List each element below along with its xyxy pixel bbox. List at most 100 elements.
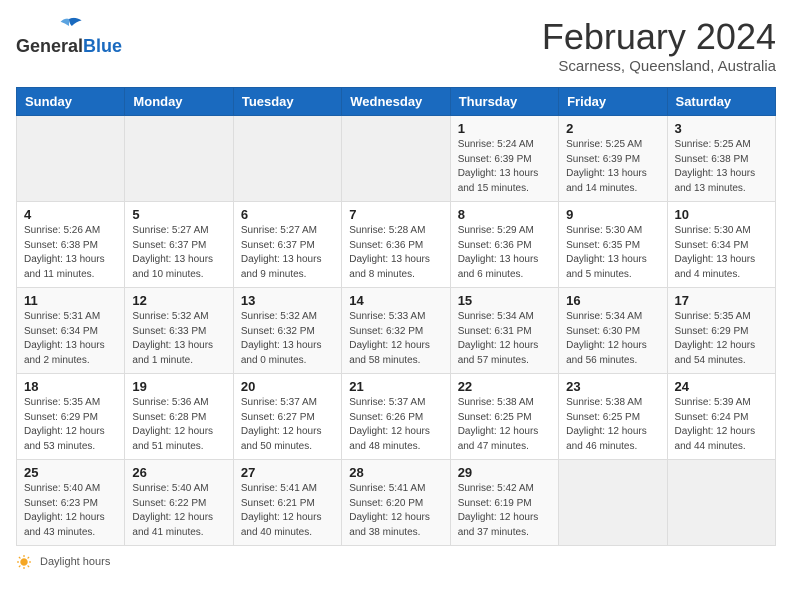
subtitle: Scarness, Queensland, Australia	[542, 58, 776, 75]
footer: Daylight hours	[16, 554, 776, 570]
day-info: Sunrise: 5:41 AM Sunset: 6:20 PM Dayligh…	[349, 482, 442, 540]
calendar-cell: 19 Sunrise: 5:36 AM Sunset: 6:28 PM Dayli…	[125, 374, 233, 460]
day-info: Sunrise: 5:36 AM Sunset: 6:28 PM Dayligh…	[132, 396, 225, 454]
calendar-cell	[17, 116, 125, 202]
day-info: Sunrise: 5:33 AM Sunset: 6:32 PM Dayligh…	[349, 310, 442, 368]
day-info: Sunrise: 5:38 AM Sunset: 6:25 PM Dayligh…	[458, 396, 551, 454]
calendar-cell: 6 Sunrise: 5:27 AM Sunset: 6:37 PM Daylig…	[233, 202, 341, 288]
calendar-cell: 24 Sunrise: 5:39 AM Sunset: 6:24 PM Dayli…	[667, 374, 775, 460]
day-info: Sunrise: 5:28 AM Sunset: 6:36 PM Dayligh…	[349, 224, 442, 282]
day-number: 18	[24, 379, 117, 394]
day-number: 14	[349, 293, 442, 308]
day-info: Sunrise: 5:42 AM Sunset: 6:19 PM Dayligh…	[458, 482, 551, 540]
day-number: 25	[24, 465, 117, 480]
day-info: Sunrise: 5:34 AM Sunset: 6:31 PM Dayligh…	[458, 310, 551, 368]
logo-blue-text: Blue	[83, 36, 122, 57]
day-number: 19	[132, 379, 225, 394]
calendar-table: SundayMondayTuesdayWednesdayThursdayFrid…	[16, 87, 776, 546]
day-info: Sunrise: 5:35 AM Sunset: 6:29 PM Dayligh…	[24, 396, 117, 454]
day-number: 5	[132, 207, 225, 222]
calendar-cell	[342, 116, 450, 202]
day-number: 3	[675, 121, 768, 136]
calendar-cell: 17Sunrise: 5:35 AM Sunset: 6:29 PM Dayli…	[667, 288, 775, 374]
calendar-cell: 10Sunrise: 5:30 AM Sunset: 6:34 PM Dayli…	[667, 202, 775, 288]
calendar-cell: 20Sunrise: 5:37 AM Sunset: 6:27 PM Dayli…	[233, 374, 341, 460]
day-info: Sunrise: 5:40 AM Sunset: 6:23 PM Dayligh…	[24, 482, 117, 540]
day-number: 11	[24, 293, 117, 308]
day-info: Sunrise: 5:31 AM Sunset: 6:34 PM Dayligh…	[24, 310, 117, 368]
calendar-cell: 27Sunrise: 5:41 AM Sunset: 6:21 PM Dayli…	[233, 460, 341, 546]
day-number: 13	[241, 293, 334, 308]
day-number: 12	[132, 293, 225, 308]
day-number: 24	[675, 379, 768, 394]
day-number: 28	[349, 465, 442, 480]
day-info: Sunrise: 5:30 AM Sunset: 6:35 PM Dayligh…	[566, 224, 659, 282]
calendar-header-monday: Monday	[125, 88, 233, 116]
day-number: 21	[349, 379, 442, 394]
header: GeneralBlue February 2024 Scarness, Quee…	[16, 16, 776, 75]
day-info: Sunrise: 5:37 AM Sunset: 6:26 PM Dayligh…	[349, 396, 442, 454]
day-number: 6	[241, 207, 334, 222]
calendar-cell	[559, 460, 667, 546]
calendar-cell: 8 Sunrise: 5:29 AM Sunset: 6:36 PM Daylig…	[450, 202, 558, 288]
title-section: February 2024 Scarness, Queensland, Aust…	[542, 16, 776, 75]
calendar-cell: 4 Sunrise: 5:26 AM Sunset: 6:38 PM Daylig…	[17, 202, 125, 288]
calendar-header-friday: Friday	[559, 88, 667, 116]
calendar-cell: 7 Sunrise: 5:28 AM Sunset: 6:36 PM Daylig…	[342, 202, 450, 288]
page-title: February 2024	[542, 16, 776, 58]
day-info: Sunrise: 5:29 AM Sunset: 6:36 PM Dayligh…	[458, 224, 551, 282]
calendar-week-row: 1 Sunrise: 5:24 AM Sunset: 6:39 PM Daylig…	[17, 116, 776, 202]
calendar-week-row: 4 Sunrise: 5:26 AM Sunset: 6:38 PM Daylig…	[17, 202, 776, 288]
day-number: 27	[241, 465, 334, 480]
day-number: 23	[566, 379, 659, 394]
day-info: Sunrise: 5:35 AM Sunset: 6:29 PM Dayligh…	[675, 310, 768, 368]
day-info: Sunrise: 5:26 AM Sunset: 6:38 PM Dayligh…	[24, 224, 117, 282]
day-info: Sunrise: 5:27 AM Sunset: 6:37 PM Dayligh…	[241, 224, 334, 282]
calendar-header-saturday: Saturday	[667, 88, 775, 116]
day-number: 8	[458, 207, 551, 222]
logo: GeneralBlue	[16, 16, 122, 57]
daylight-label: Daylight hours	[40, 556, 110, 568]
calendar-header-sunday: Sunday	[17, 88, 125, 116]
day-number: 26	[132, 465, 225, 480]
calendar-cell: 1 Sunrise: 5:24 AM Sunset: 6:39 PM Daylig…	[450, 116, 558, 202]
day-number: 20	[241, 379, 334, 394]
day-info: Sunrise: 5:30 AM Sunset: 6:34 PM Dayligh…	[675, 224, 768, 282]
calendar-header-wednesday: Wednesday	[342, 88, 450, 116]
calendar-cell: 26Sunrise: 5:40 AM Sunset: 6:22 PM Dayli…	[125, 460, 233, 546]
calendar-cell: 18 Sunrise: 5:35 AM Sunset: 6:29 PM Dayli…	[17, 374, 125, 460]
calendar-cell: 9 Sunrise: 5:30 AM Sunset: 6:35 PM Daylig…	[559, 202, 667, 288]
calendar-week-row: 11 Sunrise: 5:31 AM Sunset: 6:34 PM Dayli…	[17, 288, 776, 374]
logo-bird-icon	[55, 16, 83, 36]
calendar-header-tuesday: Tuesday	[233, 88, 341, 116]
calendar-cell: 25 Sunrise: 5:40 AM Sunset: 6:23 PM Dayli…	[17, 460, 125, 546]
day-info: Sunrise: 5:32 AM Sunset: 6:32 PM Dayligh…	[241, 310, 334, 368]
calendar-cell: 23 Sunrise: 5:38 AM Sunset: 6:25 PM Dayli…	[559, 374, 667, 460]
calendar-header-thursday: Thursday	[450, 88, 558, 116]
day-info: Sunrise: 5:38 AM Sunset: 6:25 PM Dayligh…	[566, 396, 659, 454]
calendar-week-row: 25 Sunrise: 5:40 AM Sunset: 6:23 PM Dayli…	[17, 460, 776, 546]
day-number: 16	[566, 293, 659, 308]
day-number: 4	[24, 207, 117, 222]
calendar-cell: 29 Sunrise: 5:42 AM Sunset: 6:19 PM Dayli…	[450, 460, 558, 546]
day-info: Sunrise: 5:34 AM Sunset: 6:30 PM Dayligh…	[566, 310, 659, 368]
calendar-cell	[667, 460, 775, 546]
calendar-cell: 15 Sunrise: 5:34 AM Sunset: 6:31 PM Dayli…	[450, 288, 558, 374]
day-info: Sunrise: 5:24 AM Sunset: 6:39 PM Dayligh…	[458, 138, 551, 196]
day-number: 9	[566, 207, 659, 222]
calendar-week-row: 18 Sunrise: 5:35 AM Sunset: 6:29 PM Dayli…	[17, 374, 776, 460]
calendar-cell: 22Sunrise: 5:38 AM Sunset: 6:25 PM Dayli…	[450, 374, 558, 460]
day-info: Sunrise: 5:39 AM Sunset: 6:24 PM Dayligh…	[675, 396, 768, 454]
logo-general-text: General	[16, 36, 83, 57]
sun-icon	[16, 554, 32, 570]
calendar-cell: 11 Sunrise: 5:31 AM Sunset: 6:34 PM Dayli…	[17, 288, 125, 374]
day-number: 15	[458, 293, 551, 308]
day-number: 1	[458, 121, 551, 136]
calendar-cell: 3Sunrise: 5:25 AM Sunset: 6:38 PM Daylig…	[667, 116, 775, 202]
day-number: 29	[458, 465, 551, 480]
calendar-cell: 5Sunrise: 5:27 AM Sunset: 6:37 PM Daylig…	[125, 202, 233, 288]
day-number: 7	[349, 207, 442, 222]
calendar-cell: 12Sunrise: 5:32 AM Sunset: 6:33 PM Dayli…	[125, 288, 233, 374]
calendar-cell	[125, 116, 233, 202]
calendar-cell: 28 Sunrise: 5:41 AM Sunset: 6:20 PM Dayli…	[342, 460, 450, 546]
